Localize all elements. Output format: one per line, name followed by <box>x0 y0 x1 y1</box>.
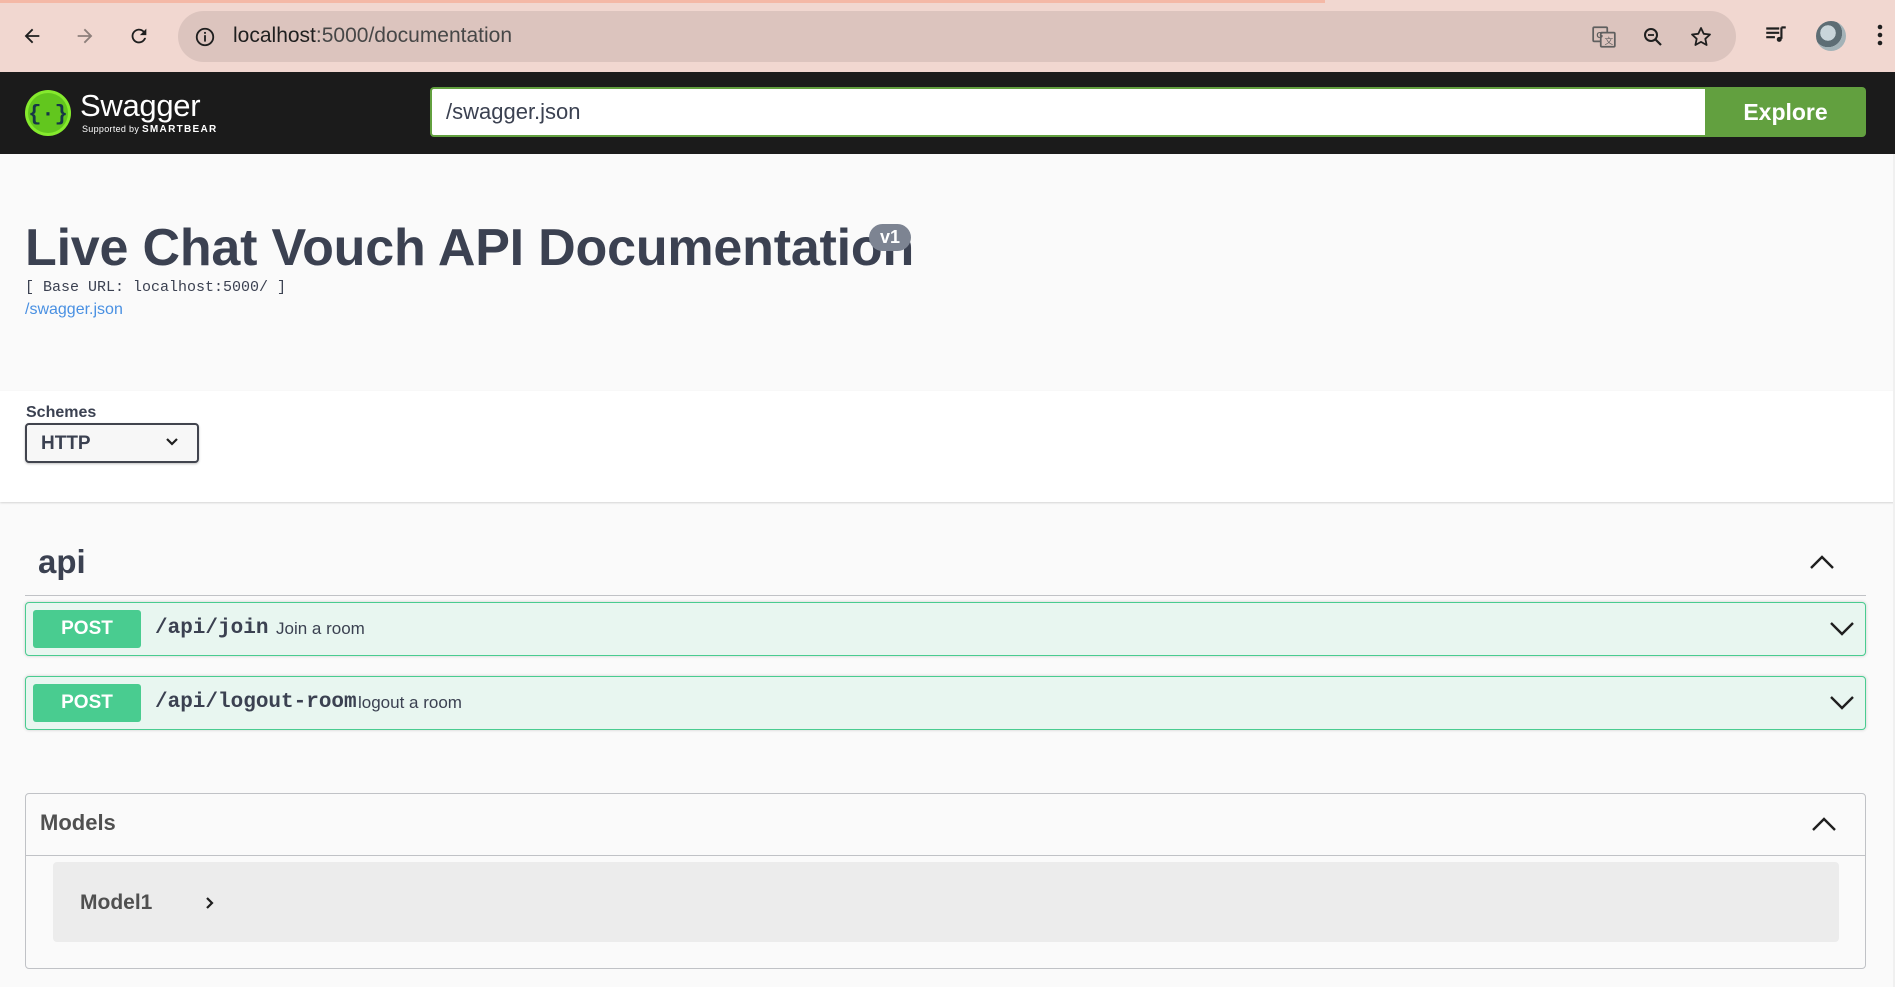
url-host: localhost <box>233 24 316 47</box>
method-badge: POST <box>33 684 141 722</box>
swagger-logo[interactable]: {·} Swagger Supported by SMARTBEAR <box>24 85 218 141</box>
logo-supported-by: Supported by <box>82 124 140 134</box>
spec-url-input[interactable] <box>430 87 1705 137</box>
chevron-right-icon[interactable] <box>205 896 215 910</box>
more-menu-icon[interactable] <box>1870 18 1890 52</box>
media-queue-icon[interactable] <box>1759 18 1793 52</box>
bookmark-star-icon[interactable] <box>1687 23 1715 51</box>
operation-post-logout-room[interactable]: POST /api/logout-room logout a room <box>25 676 1866 730</box>
translate-icon[interactable]: G文 <box>1590 23 1618 51</box>
forward-arrow-icon <box>77 28 93 44</box>
url-text[interactable]: localhost:5000/documentation <box>233 24 512 48</box>
operation-summary: Join a room <box>276 619 365 638</box>
models-section: Models Model1 <box>25 793 1866 969</box>
explore-button[interactable]: Explore <box>1705 87 1866 137</box>
swagger-topbar: {·} Swagger Supported by SMARTBEAR Explo… <box>0 72 1895 154</box>
schemes-select[interactable]: HTTP <box>25 423 199 463</box>
zoom-icon[interactable] <box>1639 23 1667 51</box>
model-name: Model1 <box>80 891 153 914</box>
page-title: Live Chat Vouch API Documentation <box>25 219 915 277</box>
back-button[interactable] <box>12 16 52 56</box>
svg-text:文: 文 <box>1605 35 1614 46</box>
schemes-selected-value: HTTP <box>41 433 91 454</box>
url-path: :5000/documentation <box>315 24 513 47</box>
method-badge: POST <box>33 610 141 648</box>
models-title: Models <box>40 810 116 835</box>
version-badge: v1 <box>869 224 912 251</box>
chevron-up-icon[interactable] <box>1809 554 1835 570</box>
tag-name: api <box>38 543 86 580</box>
logo-brand: SMARTBEAR <box>141 124 218 135</box>
operation-post-join[interactable]: POST /api/join Join a room <box>25 602 1866 656</box>
chevron-down-icon <box>166 438 178 446</box>
spec-json-link[interactable]: /swagger.json <box>25 301 123 319</box>
swagger-logo-icon: {·} <box>25 90 71 136</box>
chevron-down-icon[interactable] <box>1829 693 1855 711</box>
models-header[interactable]: Models <box>26 794 1865 856</box>
svg-text:{·}: {·} <box>28 102 68 127</box>
logo-name: Swagger <box>80 88 201 123</box>
chevron-down-icon[interactable] <box>1829 619 1855 637</box>
address-bar[interactable]: localhost:5000/documentation G文 <box>178 11 1736 62</box>
operation-summary: logout a room <box>358 693 462 712</box>
model-item[interactable]: Model1 <box>53 862 1839 942</box>
reload-button[interactable] <box>119 16 159 56</box>
browser-toolbar: localhost:5000/documentation G文 <box>0 0 1895 72</box>
back-arrow-icon <box>24 28 40 44</box>
operation-path: /api/logout-room <box>155 691 357 714</box>
profile-avatar[interactable] <box>1816 21 1846 51</box>
tag-section-api[interactable]: api <box>25 528 1866 596</box>
base-url: [ Base URL: localhost:5000/ ] <box>25 279 287 296</box>
schemes-label: Schemes <box>26 404 97 421</box>
page-load-progress <box>0 0 1325 3</box>
reload-icon <box>131 28 147 44</box>
svg-text:G: G <box>1596 30 1603 40</box>
schemes-container: Schemes HTTP <box>0 391 1895 502</box>
site-info-icon[interactable] <box>192 24 218 50</box>
operation-path: /api/join <box>155 617 269 640</box>
forward-button[interactable] <box>65 16 105 56</box>
chevron-up-icon[interactable] <box>1811 816 1837 832</box>
